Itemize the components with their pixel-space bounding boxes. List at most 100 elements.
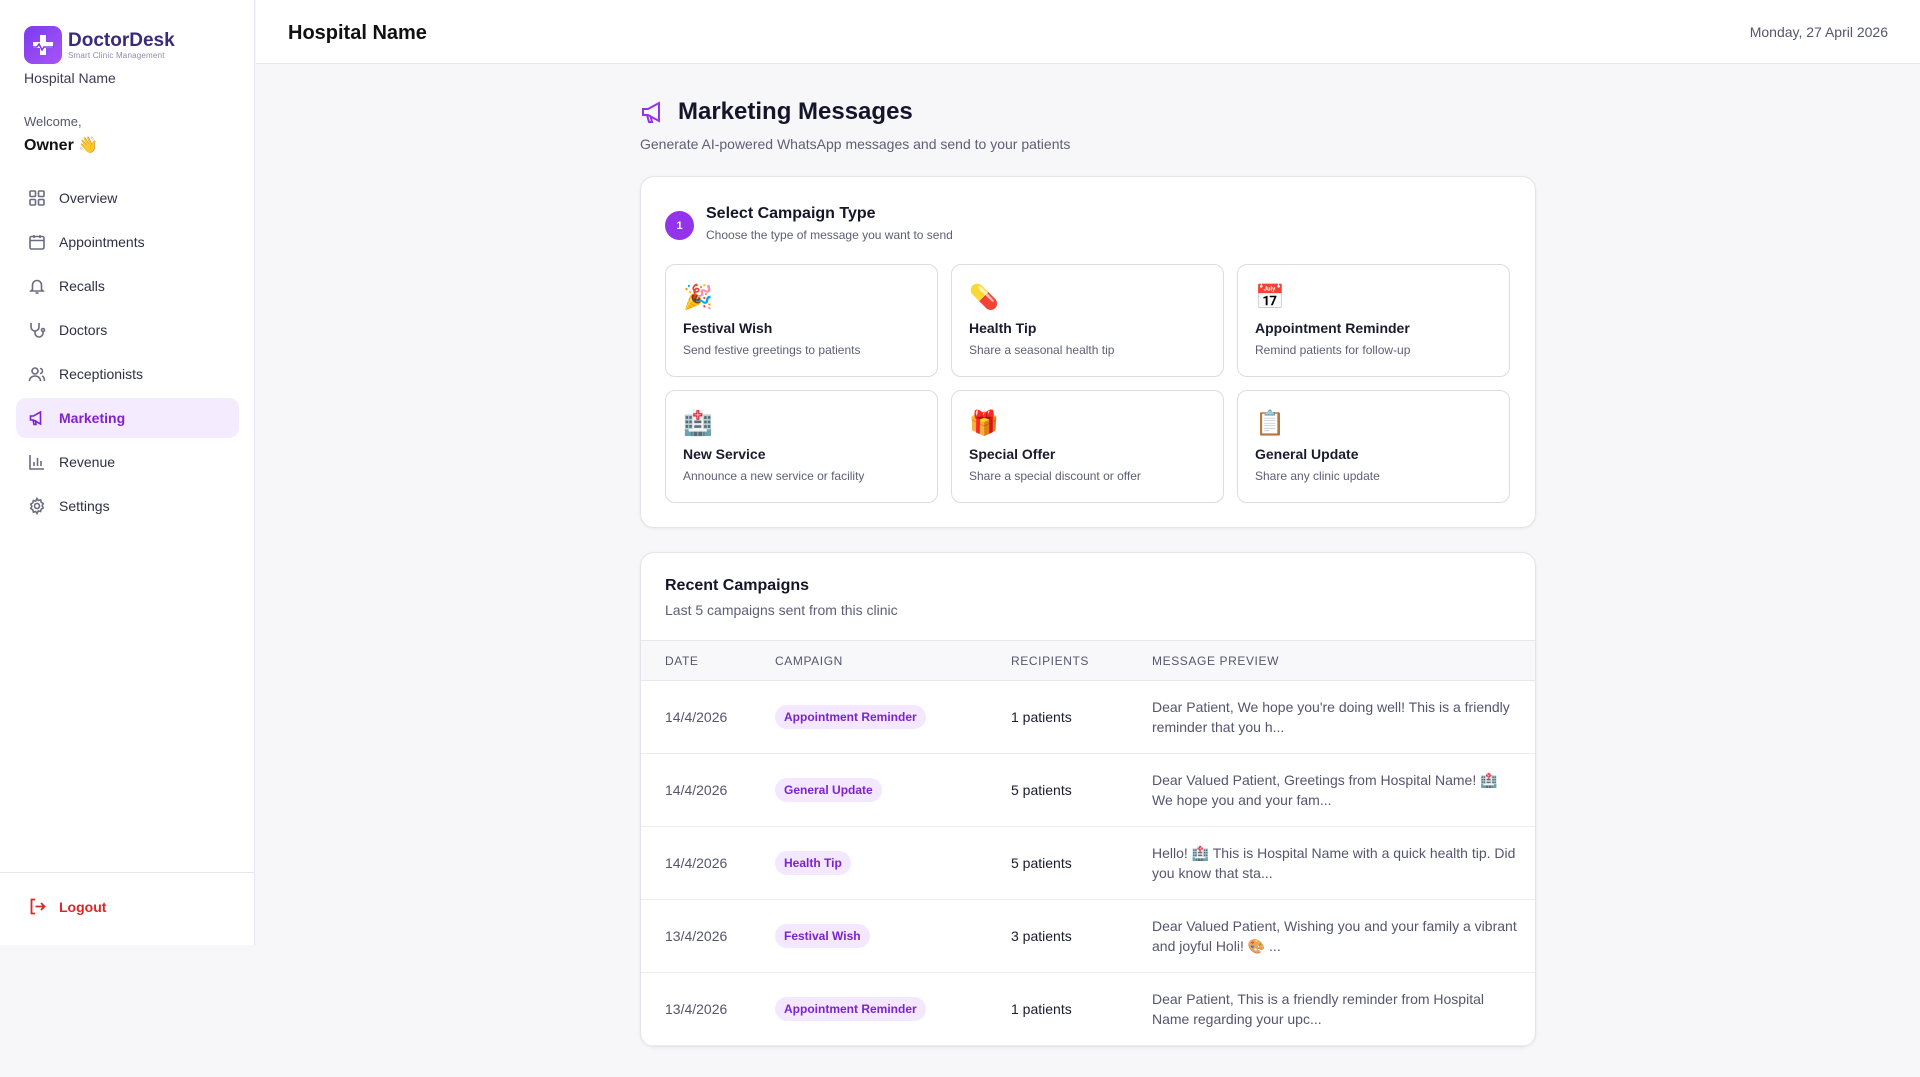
campaign-option-title: Festival Wish	[683, 320, 773, 336]
campaign-badge: Festival Wish	[775, 924, 870, 948]
sidebar-item-doctors[interactable]: Doctors	[16, 310, 239, 350]
sidebar-item-settings[interactable]: Settings	[16, 486, 239, 526]
sidebar-item-label: Settings	[59, 498, 110, 514]
table-row: 13/4/2026 Festival Wish 3 patients Dear …	[641, 900, 1535, 973]
stethoscope-icon	[30, 323, 46, 338]
column-header-date: DATE	[665, 653, 699, 668]
sidebar-nav: Overview Appointments Recalls Doctors Re…	[16, 178, 239, 530]
wave-emoji: 👋	[78, 137, 99, 154]
user-name-text: Owner	[24, 137, 74, 154]
user-name: Owner 👋	[24, 135, 98, 155]
campaign-badge: General Update	[775, 778, 882, 802]
row-recipients: 1 patients	[1011, 709, 1072, 725]
brand-tagline: Smart Clinic Management	[68, 50, 165, 60]
page-subtitle: Generate AI-powered WhatsApp messages an…	[640, 136, 1071, 152]
row-recipients: 1 patients	[1011, 1001, 1072, 1017]
campaign-badge: Health Tip	[775, 851, 851, 875]
pill-icon: 💊	[969, 284, 999, 311]
logout-button[interactable]: Logout	[28, 897, 255, 916]
sidebar-item-label: Doctors	[59, 322, 108, 338]
brand[interactable]: DoctorDesk Smart Clinic Management	[24, 26, 175, 64]
campaign-option-general-update[interactable]: 📋 General Update Share any clinic update	[1237, 390, 1510, 503]
row-campaign: Health Tip	[775, 851, 1011, 875]
row-recipients: 5 patients	[1011, 782, 1072, 798]
campaign-option-desc: Announce a new service or facility	[683, 469, 865, 483]
campaign-option-title: New Service	[683, 446, 766, 462]
campaign-option-desc: Share any clinic update	[1255, 469, 1380, 483]
megaphone-icon	[642, 101, 660, 123]
sidebar-item-label: Overview	[59, 190, 118, 206]
step-title: Select Campaign Type	[706, 205, 876, 222]
row-message-preview: Dear Valued Patient, Wishing you and you…	[1152, 918, 1517, 954]
logout-section: Logout	[0, 872, 255, 916]
header-title: Hospital Name	[288, 22, 427, 44]
recent-campaigns-table: DATE CAMPAIGN RECIPIENTS MESSAGE PREVIEW…	[641, 640, 1535, 1046]
campaign-badge: Appointment Reminder	[775, 705, 926, 729]
row-date: 14/4/2026	[665, 709, 728, 725]
row-date: 13/4/2026	[665, 928, 728, 944]
campaign-type-card: 1 Select Campaign Type Choose the type o…	[640, 176, 1536, 528]
column-header-message-preview: MESSAGE PREVIEW	[1152, 653, 1280, 668]
step-number-badge: 1	[665, 211, 694, 240]
campaign-option-health-tip[interactable]: 💊 Health Tip Share a seasonal health tip	[951, 264, 1224, 377]
sidebar-item-label: Marketing	[59, 410, 126, 426]
users-icon	[28, 367, 46, 382]
recent-campaigns-subtitle: Last 5 campaigns sent from this clinic	[665, 602, 898, 618]
column-header-campaign: CAMPAIGN	[775, 653, 843, 668]
page-title: Marketing Messages	[640, 98, 1070, 126]
campaign-badge: Appointment Reminder	[775, 997, 926, 1021]
row-recipients: 5 patients	[1011, 855, 1072, 871]
page-title-text: Marketing Messages	[678, 98, 913, 125]
sidebar-item-marketing[interactable]: Marketing	[16, 398, 239, 438]
page-header: Marketing Messages Generate AI-powered W…	[640, 98, 1070, 152]
table-row: 14/4/2026 Appointment Reminder 1 patient…	[641, 681, 1535, 754]
table-row: 14/4/2026 Health Tip 5 patients Hello! 🏥…	[641, 827, 1535, 900]
sidebar-item-label: Revenue	[59, 454, 116, 470]
row-date: 14/4/2026	[665, 855, 728, 871]
campaign-option-desc: Remind patients for follow-up	[1255, 343, 1411, 357]
logout-icon	[30, 898, 46, 915]
row-date: 14/4/2026	[665, 782, 728, 798]
sidebar-item-label: Appointments	[59, 234, 145, 250]
gift-icon: 🎁	[969, 410, 999, 437]
hospital-icon: 🏥	[683, 410, 713, 437]
campaign-option-title: Appointment Reminder	[1255, 320, 1410, 336]
campaign-option-desc: Share a seasonal health tip	[969, 343, 1115, 357]
row-recipients: 3 patients	[1011, 928, 1072, 944]
calendar-icon	[29, 235, 45, 250]
table-row: 13/4/2026 Appointment Reminder 1 patient…	[641, 973, 1535, 1046]
calendar-icon: 📅	[1255, 284, 1285, 311]
step-header: 1 Select Campaign Type Choose the type o…	[665, 205, 953, 242]
sidebar-item-revenue[interactable]: Revenue	[16, 442, 239, 482]
campaign-option-title: Special Offer	[969, 446, 1056, 462]
recent-campaigns-card: Recent Campaigns Last 5 campaigns sent f…	[640, 552, 1536, 1047]
party-popper-icon: 🎉	[683, 284, 713, 311]
row-campaign: General Update	[775, 778, 1011, 802]
sidebar-item-overview[interactable]: Overview	[16, 178, 239, 218]
campaign-option-desc: Share a special discount or offer	[969, 469, 1141, 483]
sidebar-item-appointments[interactable]: Appointments	[16, 222, 239, 262]
campaign-option-new-service[interactable]: 🏥 New Service Announce a new service or …	[665, 390, 938, 503]
sidebar-item-receptionists[interactable]: Receptionists	[16, 354, 239, 394]
logout-label: Logout	[59, 898, 107, 915]
brand-name: DoctorDesk	[68, 29, 175, 51]
megaphone-icon	[29, 410, 42, 426]
campaign-option-desc: Send festive greetings to patients	[683, 343, 861, 357]
row-message-preview: Dear Patient, We hope you're doing well!…	[1152, 699, 1510, 735]
table-row: 14/4/2026 General Update 5 patients Dear…	[641, 754, 1535, 827]
row-campaign: Appointment Reminder	[775, 705, 1011, 729]
table-header: DATE CAMPAIGN RECIPIENTS MESSAGE PREVIEW	[641, 640, 1535, 681]
row-message-preview: Dear Patient, This is a friendly reminde…	[1152, 991, 1484, 1027]
bar-chart-icon	[29, 455, 44, 470]
recent-campaigns-title: Recent Campaigns	[665, 577, 810, 594]
step-subtitle: Choose the type of message you want to s…	[706, 228, 953, 242]
sidebar-item-recalls[interactable]: Recalls	[16, 266, 239, 306]
gear-icon	[29, 497, 45, 515]
campaign-option-festival-wish[interactable]: 🎉 Festival Wish Send festive greetings t…	[665, 264, 938, 377]
column-header-recipients: RECIPIENTS	[1011, 653, 1090, 668]
campaign-option-special-offer[interactable]: 🎁 Special Offer Share a special discount…	[951, 390, 1224, 503]
bell-icon	[29, 279, 45, 294]
clipboard-icon: 📋	[1255, 410, 1285, 437]
campaign-option-appointment-reminder[interactable]: 📅 Appointment Reminder Remind patients f…	[1237, 264, 1510, 377]
hospital-name: Hospital Name	[24, 70, 116, 86]
